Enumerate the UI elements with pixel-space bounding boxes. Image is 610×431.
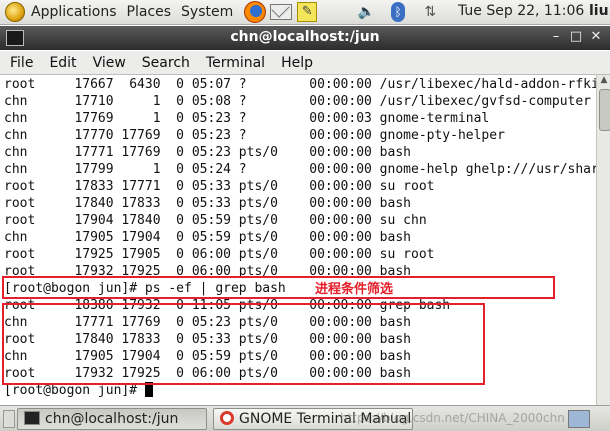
show-desktop-button[interactable]	[3, 410, 15, 428]
places-menu-label: Places	[126, 4, 172, 20]
menu-bar: File Edit View Search Terminal Help	[0, 51, 610, 75]
menu-terminal[interactable]: Terminal	[198, 52, 273, 74]
scroll-up-arrow-icon[interactable]: ▲	[597, 75, 610, 87]
applications-menu-label: Applications	[31, 4, 117, 20]
mail-icon[interactable]	[270, 1, 293, 23]
applications-menu[interactable]: Applications	[0, 0, 122, 24]
panel-clock[interactable]: Tue Sep 22, 11:06	[458, 3, 584, 19]
system-menu-label: System	[181, 4, 234, 20]
bluetooth-icon[interactable]: ᛒ	[389, 2, 407, 22]
terminal-line: chn 17769 1 0 05:23 ? 00:00:03 gnome-ter…	[4, 111, 490, 126]
volume-icon[interactable]: 🔈	[357, 2, 375, 22]
menu-file[interactable]: File	[0, 52, 41, 74]
minimize-button[interactable]: –	[548, 29, 564, 45]
terminal-line: chn 17799 1 0 05:24 ? 00:00:00 gnome-hel…	[4, 162, 596, 177]
scrollbar-thumb[interactable]	[599, 89, 610, 131]
terminal-line: chn 17770 17769 0 05:23 ? 00:00:00 gnome…	[4, 128, 505, 143]
terminal-scrollbar[interactable]: ▲	[596, 75, 610, 405]
menu-help[interactable]: Help	[273, 52, 321, 74]
window-title-bar[interactable]: chn@localhost:/jun – □ ✕	[0, 26, 610, 50]
notes-icon[interactable]: ✎	[296, 1, 318, 23]
launcher-group: ✎	[242, 1, 320, 23]
bottom-taskbar: chn@localhost:/jun GNOME Terminal Manual…	[0, 405, 610, 431]
menu-search[interactable]: Search	[134, 52, 198, 74]
terminal-line: root 17840 17833 0 05:33 pts/0 00:00:00 …	[4, 196, 411, 211]
result-highlight-box	[2, 303, 485, 385]
terminal-icon	[24, 411, 40, 425]
taskbar-item-label: chn@localhost:/jun	[45, 411, 179, 427]
terminal-line: root 17833 17771 0 05:33 pts/0 00:00:00 …	[4, 179, 435, 194]
workspace-switcher[interactable]	[568, 410, 590, 428]
terminal-line: chn 17771 17769 0 05:23 pts/0 00:00:00 b…	[4, 145, 411, 160]
help-lifebuoy-icon	[220, 411, 234, 425]
menu-edit[interactable]: Edit	[41, 52, 84, 74]
system-menu[interactable]: System	[176, 0, 238, 24]
top-panel: Applications Places System ✎ 🔈 ᛒ ⇅ Tue S…	[0, 0, 610, 25]
distro-logo-icon	[5, 2, 25, 22]
terminal-line: root 17925 17905 0 06:00 pts/0 00:00:00 …	[4, 247, 435, 262]
network-icon[interactable]: ⇅	[421, 2, 439, 22]
menu-view[interactable]: View	[85, 52, 134, 74]
terminal-line: root 17904 17840 0 05:59 pts/0 00:00:00 …	[4, 213, 427, 228]
terminal-line: chn 17710 1 0 05:08 ? 00:00:00 /usr/libe…	[4, 94, 591, 109]
shell-prompt: [root@bogon jun]#	[4, 383, 145, 398]
terminal-line: chn 17905 17904 0 05:59 pts/0 00:00:00 b…	[4, 230, 411, 245]
watermark: https://blog.csdn.net/CHINA_2000chn	[340, 411, 565, 425]
terminal-line: root 17667 6430 0 05:07 ? 00:00:00 /usr/…	[4, 77, 596, 92]
command-highlight-box	[2, 276, 555, 299]
close-button[interactable]: ✕	[588, 29, 604, 45]
system-tray: 🔈 ᛒ ⇅	[350, 2, 446, 22]
taskbar-item-terminal[interactable]: chn@localhost:/jun	[17, 408, 207, 430]
filter-annotation: 进程条件筛选	[315, 282, 394, 297]
window-title: chn@localhost:/jun	[230, 29, 380, 45]
places-menu[interactable]: Places	[122, 0, 177, 24]
terminal-output[interactable]: root 17667 6430 0 05:07 ? 00:00:00 /usr/…	[0, 75, 596, 405]
user-name[interactable]: liu	[589, 3, 609, 19]
maximize-button[interactable]: □	[568, 29, 584, 45]
firefox-icon[interactable]	[244, 1, 267, 23]
